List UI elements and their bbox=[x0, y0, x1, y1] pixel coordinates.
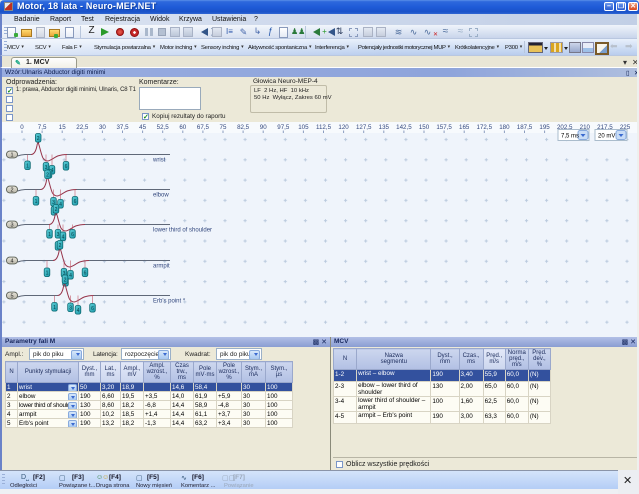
svg-text:0: 0 bbox=[20, 124, 24, 131]
svg-text:6: 6 bbox=[65, 164, 68, 170]
svg-text:7,5: 7,5 bbox=[38, 124, 47, 131]
svg-text:4: 4 bbox=[59, 202, 62, 208]
svg-text:6: 6 bbox=[74, 199, 77, 205]
svg-text:5: 5 bbox=[10, 294, 13, 300]
svg-text:3: 3 bbox=[10, 223, 13, 229]
svg-text:6: 6 bbox=[91, 306, 94, 312]
svg-text:wrist: wrist bbox=[152, 158, 166, 164]
svg-text:22,5: 22,5 bbox=[76, 124, 89, 131]
svg-text:elbow: elbow bbox=[153, 193, 169, 199]
svg-text:lower third of shoulder: lower third of shoulder bbox=[153, 228, 212, 234]
svg-text:37,5: 37,5 bbox=[116, 124, 129, 131]
svg-text:120: 120 bbox=[338, 124, 349, 131]
svg-text:1: 1 bbox=[48, 232, 51, 238]
svg-text:172,5: 172,5 bbox=[477, 124, 493, 131]
svg-text:6: 6 bbox=[84, 271, 87, 277]
svg-text:165: 165 bbox=[459, 124, 470, 131]
svg-text:2: 2 bbox=[55, 207, 58, 213]
svg-text:2: 2 bbox=[59, 243, 62, 249]
svg-text:82,5: 82,5 bbox=[237, 124, 250, 131]
svg-text:112,5: 112,5 bbox=[316, 124, 332, 131]
svg-text:97,5: 97,5 bbox=[277, 124, 290, 131]
svg-text:187,5: 187,5 bbox=[517, 124, 533, 131]
svg-text:60: 60 bbox=[179, 124, 186, 131]
svg-text:4: 4 bbox=[62, 235, 65, 241]
svg-text:1: 1 bbox=[46, 271, 49, 277]
svg-text:105: 105 bbox=[298, 124, 309, 131]
svg-text:2: 2 bbox=[46, 173, 49, 179]
svg-text:Erb's point *: Erb's point * bbox=[153, 299, 186, 305]
svg-text:1: 1 bbox=[10, 153, 13, 159]
svg-text:4: 4 bbox=[10, 259, 13, 265]
svg-text:90: 90 bbox=[260, 124, 267, 131]
svg-text:20 mV: 20 mV bbox=[598, 134, 615, 140]
svg-text:67,5: 67,5 bbox=[197, 124, 210, 131]
svg-text:armpit: armpit bbox=[153, 264, 170, 270]
svg-text:1: 1 bbox=[53, 305, 56, 311]
svg-text:75: 75 bbox=[220, 124, 227, 131]
svg-text:142,5: 142,5 bbox=[396, 124, 412, 131]
svg-text:180: 180 bbox=[499, 124, 510, 131]
svg-text:2: 2 bbox=[10, 188, 13, 194]
svg-text:3: 3 bbox=[69, 306, 72, 312]
svg-text:15: 15 bbox=[59, 124, 66, 131]
svg-text:135: 135 bbox=[379, 124, 390, 131]
svg-text:30: 30 bbox=[99, 124, 106, 131]
svg-text:7,5 ms: 7,5 ms bbox=[561, 134, 579, 140]
svg-text:4: 4 bbox=[77, 308, 80, 314]
svg-text:45: 45 bbox=[139, 124, 146, 131]
svg-text:1: 1 bbox=[35, 199, 38, 205]
svg-text:2: 2 bbox=[64, 278, 67, 284]
svg-text:150: 150 bbox=[419, 124, 430, 131]
svg-text:52,5: 52,5 bbox=[157, 124, 170, 131]
svg-text:2: 2 bbox=[37, 136, 40, 142]
svg-text:6: 6 bbox=[71, 232, 74, 238]
svg-text:4: 4 bbox=[69, 273, 72, 279]
svg-text:157,5: 157,5 bbox=[436, 124, 452, 131]
svg-text:1: 1 bbox=[26, 164, 29, 170]
svg-text:3: 3 bbox=[57, 232, 60, 238]
svg-text:195: 195 bbox=[539, 124, 550, 131]
svg-text:127,5: 127,5 bbox=[356, 124, 372, 131]
